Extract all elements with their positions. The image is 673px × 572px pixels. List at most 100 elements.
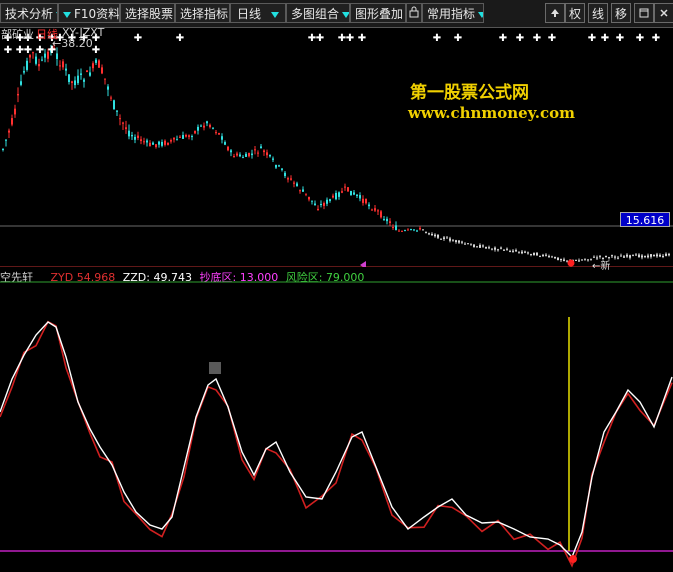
dropdown-arrow-icon (271, 11, 279, 18)
candle-body (536, 252, 538, 256)
candle-body (128, 130, 130, 137)
candle-body (362, 198, 364, 203)
candle-body (644, 255, 646, 257)
candle-body (308, 196, 310, 200)
candle-body (167, 142, 169, 145)
candle-body (86, 70, 88, 73)
candle-body (41, 59, 43, 61)
candle-body (284, 172, 286, 177)
indicator-chart[interactable] (0, 267, 673, 572)
signal-star-icon: ✚ (548, 33, 556, 44)
candle-body (203, 125, 205, 128)
tab-technical-analysis[interactable]: 技术分析 (0, 3, 58, 23)
candle-body (356, 194, 358, 196)
candle-body (239, 154, 241, 157)
high-price-label: ←38.20 (52, 37, 93, 50)
zyd-line (0, 320, 673, 568)
signal-star-icon: ✚ (24, 45, 32, 56)
candle-body (113, 100, 115, 110)
candle-body (20, 81, 22, 85)
candle-body (326, 199, 328, 204)
candle-body (401, 230, 403, 232)
candle-body (209, 124, 211, 128)
candle-body (371, 209, 373, 211)
candle-body (251, 153, 253, 156)
candle-body (476, 246, 478, 248)
candle-body (452, 240, 454, 242)
candle-body (425, 231, 427, 233)
candle-body (23, 71, 25, 73)
candle-body (212, 127, 214, 129)
candle-body (404, 230, 406, 232)
select-indicator-button[interactable]: 选择指标 (175, 3, 230, 23)
window-icon[interactable] (634, 3, 654, 23)
candle-body (224, 142, 226, 145)
candle-body (287, 178, 289, 180)
toolbar: 技术分析 F10资料 选择股票 选择指标 日线 多图组合 图形叠加 常用指标 权… (0, 0, 673, 28)
lock-icon[interactable] (406, 3, 422, 23)
candle-body (260, 146, 262, 149)
candle-body (305, 193, 307, 195)
signal-star-icon: ✚ (636, 33, 644, 44)
candle-body (386, 218, 388, 222)
candle-body (623, 256, 625, 258)
candle-body (368, 204, 370, 207)
candle-body (626, 254, 628, 257)
signal-star-icon: ✚ (36, 45, 44, 56)
candle-body (17, 93, 19, 96)
candle-body (350, 190, 352, 196)
watermark-url: www.chnmoney.com (408, 104, 575, 122)
candle-body (188, 135, 190, 137)
candle-body (323, 203, 325, 206)
candle-body (527, 252, 529, 254)
candle-body (278, 165, 280, 167)
up-icon[interactable] (545, 3, 565, 23)
signal-star-icon: ✚ (588, 33, 596, 44)
candle-body (473, 244, 475, 247)
candle-body (341, 191, 343, 193)
candle-body (65, 68, 67, 71)
signal-star-icon: ✚ (346, 33, 354, 44)
common-indicators-button[interactable]: 常用指标 (422, 3, 484, 23)
candle-body (545, 254, 547, 256)
candle-body (467, 243, 469, 245)
candle-body (44, 53, 46, 58)
close-icon[interactable] (654, 3, 673, 23)
candlestick-chart[interactable]: ✚ ✚ ✚ ✚ ✚ ✚ ✚ ✚ ✚ ✚ ✚ ✚ ✚ ✚ ✚ ✚ ✚ ✚ ✚ ✚ ✚ ✚ ✚ ✚ ✚ ✚ ✚✚ ✚ ✚ ✚ ✚ ✚ (0, 27, 673, 267)
candle-body (272, 158, 274, 160)
select-stock-button[interactable]: 选择股票 (120, 3, 175, 23)
multi-chart-button[interactable]: 多图组合 (286, 3, 350, 23)
candle-body (413, 229, 415, 231)
candle-body (383, 219, 385, 221)
dropdown-arrow-icon (342, 11, 349, 18)
candle-body (83, 79, 85, 82)
candle-body (392, 227, 394, 229)
candle-body (614, 256, 616, 258)
tab-f10-info[interactable]: F10资料 (58, 3, 120, 23)
candle-body (95, 59, 97, 63)
restore-rights-button[interactable]: 权 (565, 3, 585, 23)
candle-body (134, 136, 136, 140)
overlay-button[interactable]: 图形叠加 (350, 3, 406, 23)
current-price-tag: 15.616 (620, 212, 670, 227)
candle-body (317, 208, 319, 210)
move-button[interactable]: 移 (611, 3, 631, 23)
candle-body (551, 256, 553, 258)
candle-body (566, 260, 568, 262)
candle-body (215, 132, 217, 134)
candle-body (455, 240, 457, 243)
candle-body (347, 187, 349, 192)
candle-body (518, 251, 520, 253)
candle-body (395, 225, 397, 231)
candle-body (512, 250, 514, 252)
candle-body (542, 254, 544, 256)
period-selector[interactable]: 日线 (230, 3, 286, 23)
candle-body (218, 133, 220, 135)
candle-body (11, 118, 13, 125)
line-button[interactable]: 线 (588, 3, 608, 23)
signal-star-icon: ✚ (316, 33, 324, 44)
candle-body (233, 156, 235, 158)
candle-body (200, 125, 202, 127)
candle-body (431, 234, 433, 236)
candle-body (554, 256, 556, 259)
